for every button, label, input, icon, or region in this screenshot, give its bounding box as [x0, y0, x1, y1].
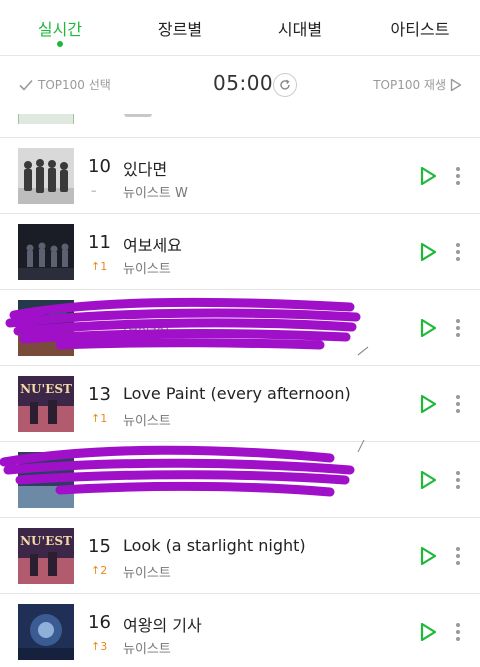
album-logo-text: NU'EST [20, 382, 72, 396]
rank-change: ↑1 [91, 412, 108, 425]
play-outline-icon [450, 78, 462, 91]
more-options-icon[interactable] [450, 393, 466, 415]
song-title[interactable]: 여왕의 기사 [123, 612, 202, 636]
more-options-icon[interactable] [450, 317, 466, 339]
artist-name[interactable]: 뉴이스트 W [123, 182, 188, 201]
more-options-icon[interactable] [450, 241, 466, 263]
album-art [18, 604, 74, 660]
rank-change: ↑1 [91, 260, 108, 273]
artist-name[interactable]: 뉴이스트 [123, 638, 171, 657]
rank-change: ↑2 [91, 564, 108, 577]
list-item[interactable]: 16 ↑3 여왕의 기사 뉴이스트 [0, 594, 480, 667]
list-item[interactable]: (Heize) [0, 290, 480, 366]
rank-change: – [91, 184, 97, 197]
play-icon[interactable] [417, 317, 439, 339]
play-icon[interactable] [417, 469, 439, 491]
more-options-icon[interactable] [450, 621, 466, 643]
chart-list: 10 – 있다면 뉴이스트 W 11 ↑1 여보세요 뉴이스트 (Heize) … [0, 114, 480, 667]
song-title[interactable]: Look (a starlight night) [123, 536, 306, 555]
song-title[interactable]: Love Paint (every afternoon) [123, 384, 351, 403]
more-options-icon[interactable] [450, 469, 466, 491]
song-title[interactable]: 여보세요 [123, 232, 182, 256]
rank-number: 10 [88, 156, 111, 177]
artist-name-partial [124, 114, 152, 117]
play-icon[interactable] [417, 621, 439, 643]
rank-number: 13 [88, 384, 111, 405]
album-art [18, 452, 74, 508]
rank-change: ↑3 [91, 640, 108, 653]
tab-era-label: 시대별 [277, 20, 323, 39]
play-icon[interactable] [417, 241, 439, 263]
tab-era[interactable]: 시대별 [240, 0, 360, 55]
check-icon [19, 79, 33, 91]
tab-genre[interactable]: 장르별 [120, 0, 240, 55]
tab-genre-label: 장르별 [157, 20, 203, 39]
list-item[interactable]: 11 ↑1 여보세요 뉴이스트 [0, 214, 480, 290]
rank-number: 16 [88, 612, 111, 633]
rank-number: 11 [88, 232, 111, 253]
list-item-partial [0, 114, 480, 138]
artist-name[interactable]: 뉴이스트 [123, 258, 171, 277]
artist-name[interactable]: (Heize) [123, 324, 169, 339]
tab-realtime[interactable]: 실시간 [0, 0, 120, 55]
chart-toolbar: TOP100 선택 05:00 TOP100 재생 [0, 56, 480, 114]
list-item[interactable]: 10 – 있다면 뉴이스트 W [0, 138, 480, 214]
more-options-icon[interactable] [450, 545, 466, 567]
play-icon[interactable] [417, 165, 439, 187]
list-item[interactable]: NU'EST 13 ↑1 Love Paint (every afternoon… [0, 366, 480, 442]
play-top100-label: TOP100 재생 [373, 78, 446, 92]
select-top100-label: TOP100 선택 [38, 78, 111, 92]
artist-name[interactable]: 뉴이스트 [123, 410, 171, 429]
album-art [18, 224, 74, 280]
active-tab-indicator [57, 41, 63, 47]
play-icon[interactable] [417, 393, 439, 415]
album-art: NU'EST [18, 528, 74, 584]
list-item[interactable]: NU'EST 15 ↑2 Look (a starlight night) 뉴이… [0, 518, 480, 594]
tab-artist-label: 아티스트 [390, 20, 450, 39]
select-top100-button[interactable]: TOP100 선택 [18, 76, 111, 93]
album-art [18, 300, 74, 356]
artist-name[interactable]: 뉴이스트 [123, 562, 171, 581]
chart-tabs: 실시간 장르별 시대별 아티스트 [0, 0, 480, 56]
album-logo-text: NU'EST [20, 534, 72, 548]
list-item[interactable] [0, 442, 480, 518]
play-icon[interactable] [417, 545, 439, 567]
more-options-icon[interactable] [450, 165, 466, 187]
refresh-icon [280, 79, 290, 90]
album-art [18, 148, 74, 204]
album-art [18, 114, 74, 124]
album-art: NU'EST [18, 376, 74, 432]
refresh-timer: 05:00 [213, 71, 274, 95]
tab-artist[interactable]: 아티스트 [360, 0, 480, 55]
play-top100-button[interactable]: TOP100 재생 [373, 76, 462, 93]
tab-realtime-label: 실시간 [37, 20, 83, 39]
song-title[interactable]: 있다면 [123, 156, 167, 180]
refresh-button[interactable] [273, 73, 297, 97]
rank-number: 15 [88, 536, 111, 557]
